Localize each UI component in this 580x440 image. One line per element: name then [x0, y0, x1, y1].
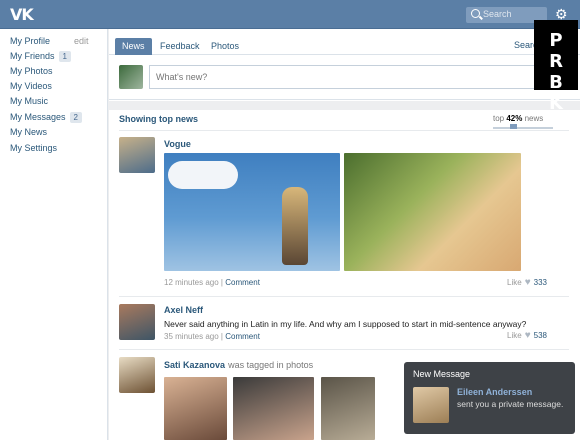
brand-letter: R: [549, 51, 563, 72]
post-text: Never said anything in Latin in my life.…: [164, 319, 527, 329]
sidebar: My Profile My Friends 1 My Photos My Vide…: [0, 29, 108, 440]
comment-link[interactable]: Comment: [225, 278, 260, 287]
sender-avatar[interactable]: [413, 387, 449, 423]
post-time: 12 minutes ago: [164, 278, 219, 287]
person-figure: [282, 187, 308, 265]
vk-logo[interactable]: VK: [10, 5, 36, 24]
brand-letter: K: [549, 93, 563, 114]
top-news-slider-track[interactable]: [493, 127, 553, 129]
brand-letter: P: [549, 30, 563, 51]
top-suffix: news: [524, 114, 544, 123]
post-author[interactable]: Vogue: [164, 139, 191, 149]
post-author[interactable]: Sati Kazanova: [164, 360, 225, 370]
sidebar-item-label: My Profile: [10, 36, 51, 46]
sidebar-item-my-friends[interactable]: My Friends 1: [10, 49, 71, 63]
new-message-toast[interactable]: New Message Eileen Anderssen sent you a …: [404, 362, 575, 434]
divider: [119, 349, 569, 350]
top-bar: VK Search ⚙: [0, 0, 580, 29]
sidebar-item-label: My Videos: [10, 81, 52, 91]
post-meta: 35 minutes ago | Comment: [164, 332, 260, 341]
search-icon: [471, 9, 480, 18]
tagged-photo[interactable]: [164, 377, 227, 440]
friends-count-badge: 1: [58, 50, 71, 62]
sidebar-item-my-settings[interactable]: My Settings: [10, 141, 57, 155]
divider: [119, 130, 569, 131]
top-news-slider-knob[interactable]: [510, 124, 517, 129]
search-placeholder: Search: [483, 9, 512, 19]
brand-letter: B: [549, 72, 563, 93]
toast-title: New Message: [413, 369, 471, 379]
like-label: Like: [507, 331, 522, 340]
tab-news[interactable]: News: [115, 38, 152, 55]
tag-text: was tagged in photos: [228, 360, 314, 370]
sidebar-item-my-photos[interactable]: My Photos: [10, 64, 53, 78]
sidebar-item-label: My Friends: [10, 51, 55, 61]
post-header: Sati Kazanova was tagged in photos: [164, 359, 313, 371]
sidebar-item-my-messages[interactable]: My Messages 2: [10, 110, 82, 124]
sidebar-item-my-news[interactable]: My News: [10, 125, 47, 139]
axel-neff-avatar[interactable]: [119, 304, 155, 340]
sidebar-item-label: My Photos: [10, 66, 53, 76]
post-time: 35 minutes ago: [164, 332, 219, 341]
like-label: Like: [507, 278, 522, 287]
tab-photos[interactable]: Photos: [204, 38, 246, 55]
cloud-shape: [168, 161, 238, 189]
current-user-avatar[interactable]: [119, 65, 143, 89]
post-photo[interactable]: [164, 153, 340, 271]
vogue-avatar[interactable]: [119, 137, 155, 173]
gear-icon[interactable]: ⚙: [555, 7, 569, 21]
sidebar-item-label: My Messages: [10, 112, 66, 122]
sidebar-item-label: My Settings: [10, 143, 58, 153]
news-tabs: News Feedback Photos Searc: [109, 29, 580, 55]
whats-new-input[interactable]: [149, 65, 549, 89]
composer: [109, 56, 580, 100]
like-count: 333: [533, 278, 547, 287]
like-button[interactable]: Like ♥ 333: [507, 277, 547, 288]
toast-message: sent you a private message.: [457, 399, 564, 409]
section-divider: [109, 101, 580, 110]
tagged-photo[interactable]: [321, 377, 375, 440]
post-author[interactable]: Axel Neff: [164, 305, 203, 315]
sidebar-item-my-music[interactable]: My Music: [10, 94, 48, 108]
sender-name[interactable]: Eileen Anderssen: [457, 387, 532, 397]
post-photo[interactable]: [344, 153, 521, 271]
divider: [119, 296, 569, 297]
sidebar-item-label: My News: [10, 127, 48, 137]
edit-profile-link[interactable]: edit: [74, 36, 89, 46]
like-button[interactable]: Like ♥ 538: [507, 330, 547, 341]
heart-icon: ♥: [524, 277, 531, 288]
feed-header: Showing top news: [119, 114, 198, 124]
heart-icon: ♥: [524, 330, 531, 341]
top-percent: 42%: [506, 114, 523, 123]
sidebar-item-label: My Music: [10, 96, 48, 106]
sidebar-item-my-profile[interactable]: My Profile: [10, 34, 50, 48]
sati-kazanova-avatar[interactable]: [119, 357, 155, 393]
post-meta: 12 minutes ago | Comment: [164, 278, 260, 287]
prbk-badge: P R B K: [534, 20, 578, 114]
like-count: 538: [533, 331, 547, 340]
tagged-photo[interactable]: [233, 377, 314, 440]
tab-feedback[interactable]: Feedback: [153, 38, 207, 55]
messages-count-badge: 2: [69, 111, 82, 123]
comment-link[interactable]: Comment: [225, 332, 260, 341]
top-news-toggle[interactable]: top 42% news: [493, 114, 553, 129]
top-prefix: top: [493, 114, 505, 123]
sidebar-item-my-videos[interactable]: My Videos: [10, 79, 52, 93]
